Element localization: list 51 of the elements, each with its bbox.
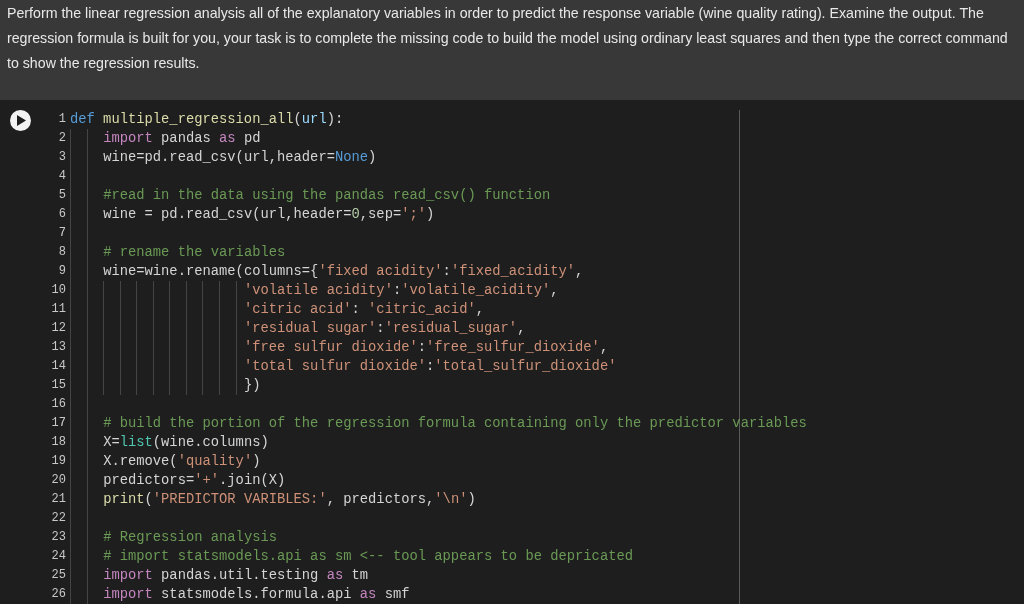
line-number: 20 [50, 472, 66, 489]
line-number: 16 [50, 396, 66, 413]
line-number: 21 [50, 491, 66, 508]
line-number: 9 [57, 263, 66, 280]
code-comment: # Regression analysis [103, 529, 277, 547]
code-line: 'total sulfur dioxide':'total_sulfur_dioxide' [243, 358, 617, 376]
line-number: 1 [57, 111, 66, 128]
run-button[interactable] [9, 110, 31, 131]
line-number: 18 [50, 434, 66, 451]
line-number: 6 [57, 206, 66, 223]
code-line: 'volatile acidity':'volatile_acidity', [243, 282, 559, 300]
code-line: import pandas as pd [103, 130, 261, 148]
instructions-text: Perform the linear regression analysis all of the explanatory variables in order to predict the response variable (wine quality rating). Examine the output. The regression formula is built for you, your task is to complete the missing code to build the model using ordinary least squares and then type the correct command to show the regression results. [7, 4, 1009, 73]
code-line: predictors='+'.join(X) [103, 472, 286, 490]
code-line: wine=pd.read_csv(url,header=None) [103, 149, 377, 167]
line-number: 12 [50, 320, 66, 337]
code-line: print('PREDICTOR VARIBLES:', predictors,'\n') [103, 491, 476, 509]
code-line: X.remove('quality') [103, 453, 261, 471]
line-number: 24 [50, 548, 66, 565]
code-line: 'citric acid': 'citric_acid', [243, 301, 484, 319]
line-number: 23 [50, 529, 66, 546]
line-number: 7 [57, 225, 66, 242]
play-icon [16, 115, 26, 126]
line-number: 17 [50, 415, 66, 432]
code-line: def multiple_regression_all(url): [70, 111, 344, 129]
line-number: 13 [50, 339, 66, 356]
code-line: 'free sulfur dioxide':'free_sulfur_dioxide', [243, 339, 609, 357]
code-line: wine = pd.read_csv(url,header=0,sep=';') [103, 206, 435, 224]
line-number: 19 [50, 453, 66, 470]
line-number: 26 [50, 586, 66, 603]
line-number: 10 [50, 282, 66, 299]
code-comment: # build the portion of the regression formula containing only the predictor variables [103, 415, 807, 433]
line-number: 8 [57, 244, 66, 261]
code-line: import pandas.util.testing as tm [103, 567, 369, 585]
code-line: }) [243, 377, 261, 395]
code-comment: #read in the data using the pandas read_csv() function [103, 187, 551, 205]
code-line: 'residual sugar':'residual_sugar', [243, 320, 526, 338]
code-comment: # rename the variables [103, 244, 286, 262]
line-number: 3 [57, 149, 66, 166]
line-number: 22 [50, 510, 66, 527]
line-number: 11 [50, 301, 66, 318]
line-number: 5 [57, 187, 66, 204]
line-number: 4 [57, 168, 66, 185]
code-comment: # import statsmodels.api as sm <-- tool appears to be depricated [103, 548, 633, 566]
line-number: 2 [57, 130, 66, 147]
line-number: 25 [50, 567, 66, 584]
line-number: 14 [50, 358, 66, 375]
line-number: 15 [50, 377, 66, 394]
code-line: wine=wine.rename(columns={'fixed acidity':'fixed_acidity', [103, 263, 584, 281]
code-line: X=list(wine.columns) [103, 434, 269, 452]
code-line: import statsmodels.formula.api as smf [103, 586, 410, 604]
